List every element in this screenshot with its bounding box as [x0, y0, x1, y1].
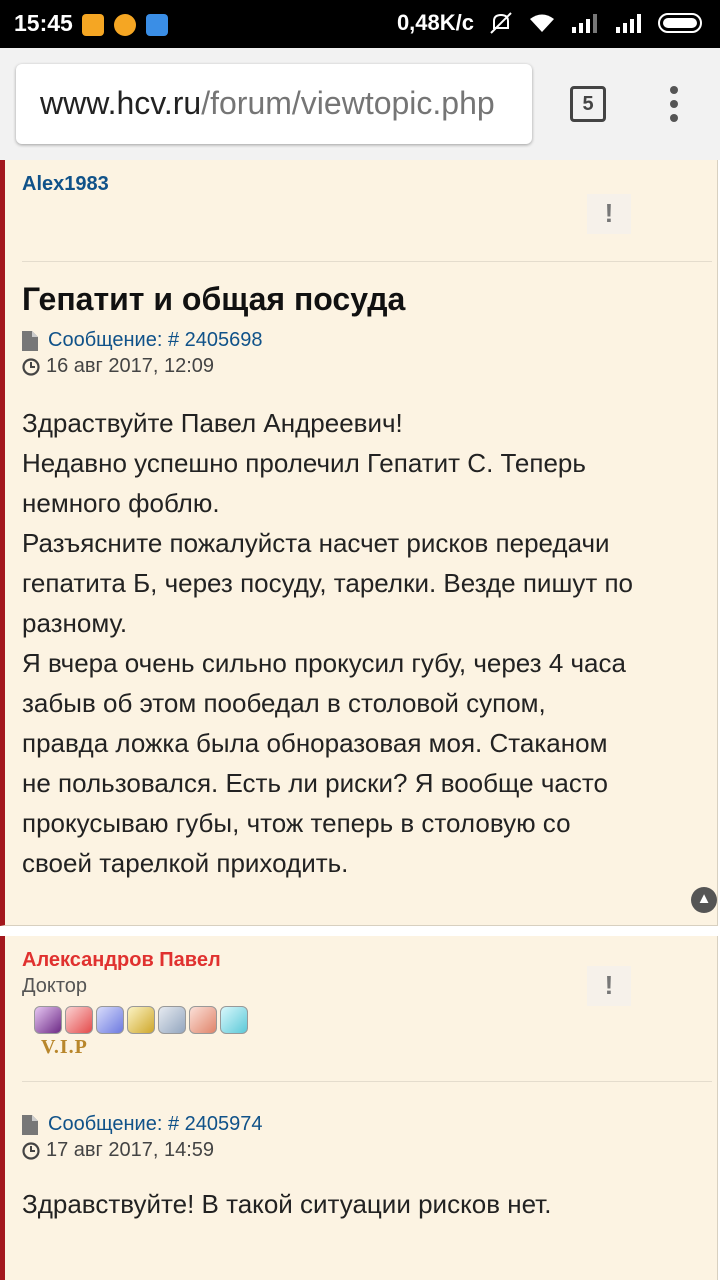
file-icon: [22, 330, 38, 351]
forum-post: Alex1983 ! Гепатит и общая посуда Сообще…: [0, 160, 718, 926]
clock-icon: [22, 1142, 40, 1160]
app-icon: [146, 14, 168, 36]
vip-badge: [34, 1006, 251, 1039]
post-body-line: гепатита Б, через посуду, тарелки. Везде…: [22, 568, 633, 598]
overflow-menu-icon[interactable]: [660, 86, 688, 126]
url-path: /forum/viewtopic.php: [201, 85, 495, 121]
clock-icon: [22, 358, 40, 376]
report-button[interactable]: !: [587, 194, 631, 234]
post-body-line: своей тарелкой приходить.: [22, 848, 349, 878]
file-icon: [22, 1114, 38, 1135]
url-host: www.hcv.ru: [40, 85, 202, 121]
post-author-link[interactable]: Александров Павел: [22, 949, 221, 972]
divider: [22, 1081, 712, 1082]
tab-switcher-button[interactable]: 5: [570, 86, 606, 122]
forum-post: Александров Павел Доктор ! V.I.P Сообщен…: [0, 936, 718, 1280]
vip-label: V.I.P: [41, 1036, 88, 1058]
mi-icon: [82, 14, 104, 36]
post-body-line: прокусываю губы, чтож теперь в столовую …: [22, 808, 571, 838]
user-rank: Доктор: [22, 975, 88, 997]
report-button[interactable]: !: [587, 966, 631, 1006]
post-body-line: Я вчера очень сильно прокусил губу, чере…: [22, 648, 626, 678]
post-date-text: 16 авг 2017, 12:09: [46, 355, 215, 377]
post-message-number: Сообщение: # 2405698: [48, 329, 263, 351]
network-speed: 0,48K/c: [396, 10, 474, 35]
app-icon: [114, 14, 136, 36]
url-text: www.hcv.ru/forum/viewtopic.php: [40, 85, 495, 122]
forum-page: Alex1983 ! Гепатит и общая посуда Сообще…: [0, 160, 720, 1280]
post-date-text: 17 авг 2017, 14:59: [46, 1139, 215, 1161]
status-right: 0,48K/c: [397, 10, 706, 36]
post-body-line: Здравствуйте! В такой ситуации рисков не…: [22, 1189, 552, 1219]
post-body-line: немного фоблю.: [22, 488, 220, 518]
status-time: 15:45: [14, 10, 73, 36]
scroll-top-icon[interactable]: ▲: [691, 887, 717, 913]
post-body-line: забыв об этом пообедал в столовой супом,: [22, 688, 546, 718]
post-body-line: не пользовался. Есть ли риски? Я вообще …: [22, 768, 608, 798]
post-body: Здраствуйте Павел Андреевич! Недавно усп…: [22, 403, 698, 883]
wifi-icon: [530, 14, 554, 32]
url-field[interactable]: www.hcv.ru/forum/viewtopic.php: [16, 64, 532, 144]
post-body: Здравствуйте! В такой ситуации рисков не…: [22, 1184, 698, 1224]
post-body-line: правда ложка была обноразовая моя. Стака…: [22, 728, 608, 758]
signal-icon: [572, 14, 597, 33]
post-permalink[interactable]: Сообщение: # 2405974: [22, 1113, 263, 1136]
post-date: 17 авг 2017, 14:59: [22, 1139, 214, 1162]
post-body-line: Недавно успешно пролечил Гепатит С. Тепе…: [22, 448, 586, 478]
status-bar: 15:45 0,48K/c: [0, 0, 720, 48]
post-title: Гепатит и общая посуда: [22, 281, 406, 317]
post-body-line: Здраствуйте Павел Андреевич!: [22, 408, 403, 438]
post-date: 16 авг 2017, 12:09: [22, 355, 214, 378]
signal-icon: [616, 14, 641, 33]
post-body-line: Разъясните пожалуйста насчет рисков пере…: [22, 528, 610, 558]
post-body-line: разному.: [22, 608, 128, 638]
post-permalink[interactable]: Сообщение: # 2405698: [22, 329, 263, 352]
divider: [22, 261, 712, 262]
post-author-link[interactable]: Alex1983: [22, 173, 109, 196]
battery-icon: [658, 13, 702, 33]
browser-toolbar: www.hcv.ru/forum/viewtopic.php 5: [0, 48, 720, 160]
mute-icon: [490, 12, 512, 34]
post-message-number: Сообщение: # 2405974: [48, 1113, 263, 1135]
